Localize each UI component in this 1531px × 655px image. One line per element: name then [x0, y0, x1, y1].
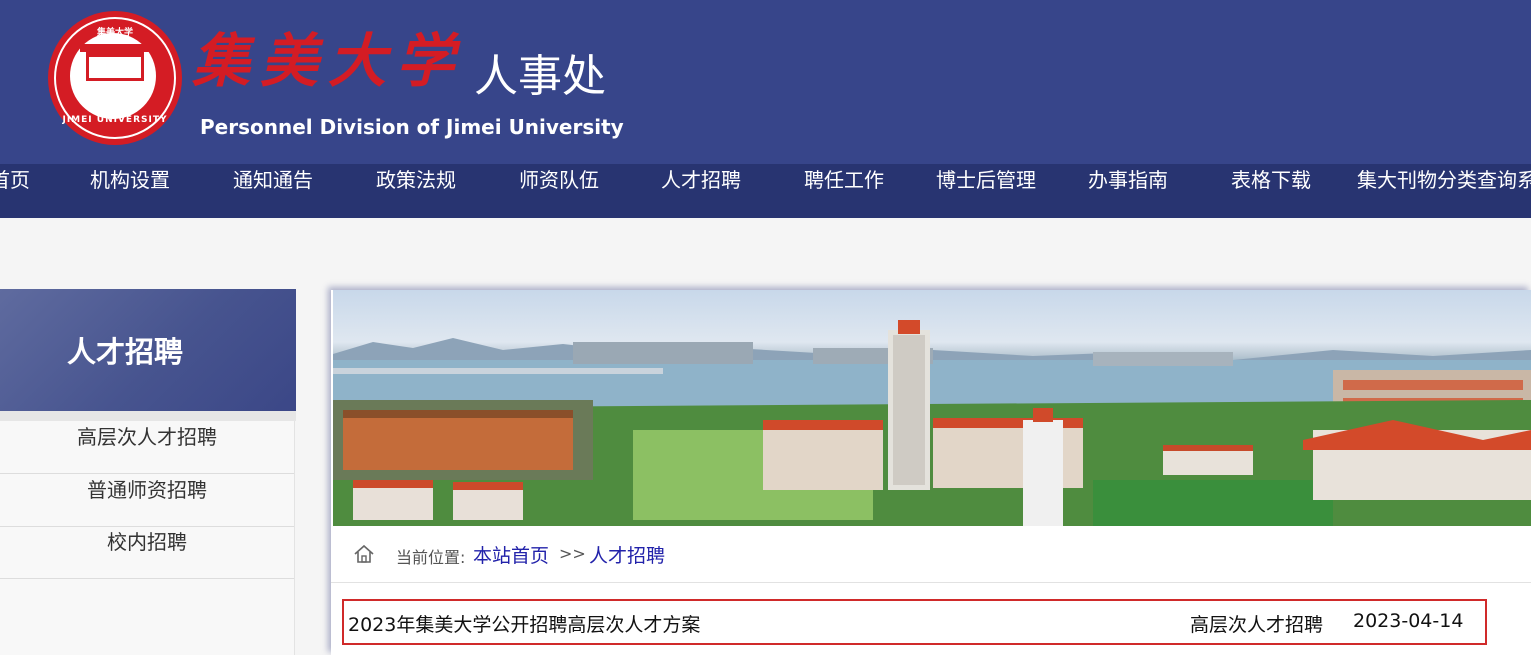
sidebar-header: 人才招聘	[0, 289, 296, 411]
campus-banner-image	[333, 290, 1531, 526]
seal-gate	[86, 51, 144, 81]
main-content: 当前位置: 本站首页 >> 人才招聘 2023年集美大学公开招聘高层次人才方案 …	[331, 290, 1531, 655]
sidebar-menu: 高层次人才招聘 普通师资招聘 校内招聘	[0, 421, 295, 655]
breadcrumb-label: 当前位置:	[396, 548, 466, 567]
list-item-date: 2023-04-14	[1353, 610, 1464, 632]
sidebar-item-internal[interactable]: 校内招聘	[0, 526, 294, 579]
nav-item-notices[interactable]: 通知通告	[233, 164, 313, 218]
university-seal-icon[interactable]: 集美大学 JIMEI UNIVERSITY	[48, 11, 182, 145]
department-name[interactable]: 人事处	[474, 40, 606, 104]
nav-item-guide[interactable]: 办事指南	[1088, 164, 1168, 218]
breadcrumb-home-link[interactable]: 本站首页	[473, 541, 549, 568]
list-item-category: 高层次人才招聘	[1190, 614, 1324, 636]
sidebar-item-high-level-talent[interactable]: 高层次人才招聘	[0, 421, 294, 474]
breadcrumb-separator: >>	[559, 544, 586, 563]
nav-item-postdoc[interactable]: 博士后管理	[936, 164, 1036, 218]
list-item[interactable]: 2023年集美大学公开招聘高层次人才方案 高层次人才招聘 2023-04-14	[342, 599, 1487, 645]
sidebar-divider	[0, 411, 296, 421]
nav-item-appointment[interactable]: 聘任工作	[804, 164, 884, 218]
nav-item-faculty[interactable]: 师资队伍	[519, 164, 599, 218]
brand-name-cn[interactable]: 集美大学	[192, 14, 464, 98]
nav-item-recruitment[interactable]: 人才招聘	[661, 164, 741, 218]
nav-item-downloads[interactable]: 表格下载	[1231, 164, 1311, 218]
nav-item-journal-query[interactable]: 集大刊物分类查询系	[1357, 164, 1531, 218]
nav-item-organization[interactable]: 机构设置	[90, 164, 170, 218]
breadcrumb-current-link[interactable]: 人才招聘	[589, 541, 665, 568]
seal-ring-text: JIMEI UNIVERSITY	[62, 115, 168, 125]
campus-panorama	[333, 320, 1531, 526]
breadcrumb: 当前位置: 本站首页 >> 人才招聘	[331, 526, 1531, 583]
nav-item-home[interactable]: 首页	[0, 164, 30, 218]
brand-name-en: Personnel Division of Jimei University	[200, 115, 624, 139]
home-icon	[354, 544, 374, 563]
nav-item-policies[interactable]: 政策法规	[376, 164, 456, 218]
sidebar-title: 人才招聘	[66, 335, 183, 369]
main-nav: 首页 机构设置 通知通告 政策法规 师资队伍 人才招聘 聘任工作 博士后管理 办…	[0, 164, 1531, 218]
site-header: 集美大学 JIMEI UNIVERSITY 集美大学 人事处 Personnel…	[0, 0, 1531, 164]
list-item-title-link[interactable]: 2023年集美大学公开招聘高层次人才方案	[348, 610, 700, 637]
sidebar-item-general-faculty[interactable]: 普通师资招聘	[0, 474, 294, 527]
